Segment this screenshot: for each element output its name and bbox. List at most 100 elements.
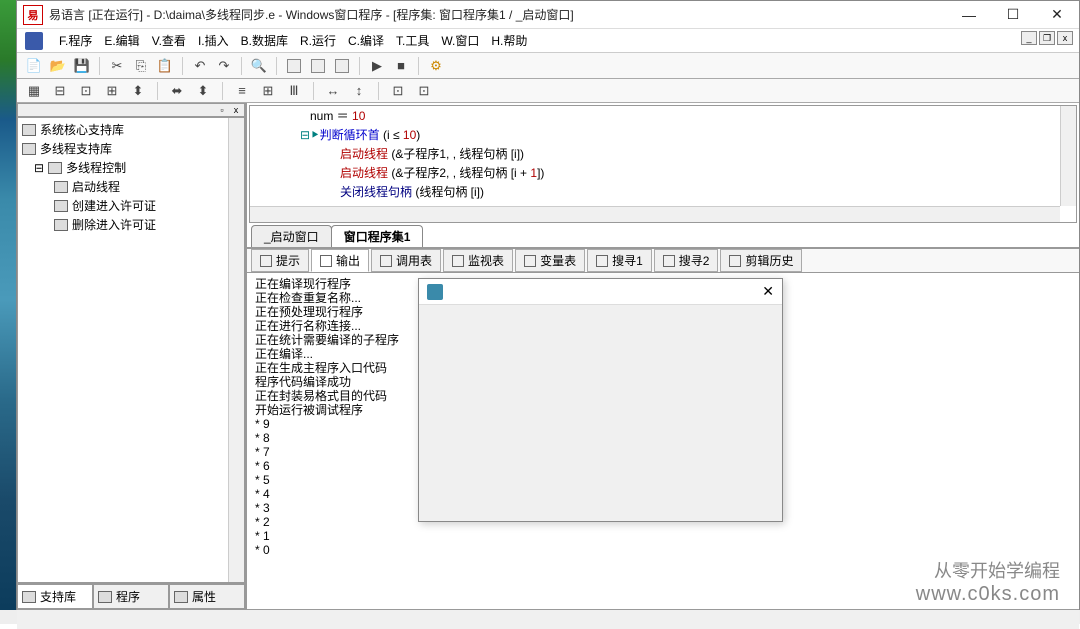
paste-icon[interactable]: 📋: [154, 56, 176, 76]
layout3-icon[interactable]: [331, 56, 353, 76]
redo-icon[interactable]: ↷: [213, 56, 235, 76]
align-icon: ⊡: [75, 81, 97, 101]
tab-label: 支持库: [40, 588, 76, 605]
btab-vartable[interactable]: 变量表: [515, 249, 585, 272]
btab-output[interactable]: 输出: [311, 249, 369, 272]
undo-icon[interactable]: ↶: [189, 56, 211, 76]
tab-label: 搜寻1: [612, 252, 643, 269]
sidebar-tab-property[interactable]: 属性: [169, 584, 245, 609]
desktop-background: [0, 0, 16, 624]
btab-search2[interactable]: 搜寻2: [654, 249, 719, 272]
watermark: 从零开始学编程 www.c0ks.com: [916, 557, 1060, 606]
library-tree[interactable]: 系统核心支持库 多线程支持库 ⊟ 多线程控制 启动线程 创建进入许可证 删除进入…: [17, 117, 245, 583]
maximize-button[interactable]: ☐: [991, 1, 1035, 29]
menu-program[interactable]: F.程序: [59, 32, 92, 49]
align-icon: ≡: [231, 81, 253, 101]
tree-item-thread[interactable]: 多线程支持库: [20, 139, 242, 158]
mdi-restore-button[interactable]: ❐: [1039, 31, 1055, 45]
menu-database[interactable]: B.数据库: [241, 32, 288, 49]
tree-item-threadctrl[interactable]: ⊟ 多线程控制: [20, 158, 242, 177]
align-icon: ▦: [23, 81, 45, 101]
menu-insert[interactable]: I.插入: [198, 32, 229, 49]
tab-label: 搜寻2: [679, 252, 710, 269]
mdi-close-button[interactable]: x: [1057, 31, 1073, 45]
menu-view[interactable]: V.查看: [152, 32, 186, 49]
window-title: 易语言 [正在运行] - D:\daima\多线程同步.e - Windows窗…: [49, 6, 947, 23]
runtime-window[interactable]: ✕: [418, 278, 783, 522]
close-button[interactable]: ✕: [1035, 1, 1079, 29]
menu-help[interactable]: H.帮助: [491, 32, 527, 49]
menu-compile[interactable]: C.编译: [348, 32, 384, 49]
clip-icon: [729, 255, 741, 267]
sidebar-tab-program[interactable]: 程序: [93, 584, 169, 609]
toolbar-sep: [241, 57, 242, 75]
menu-window[interactable]: W.窗口: [441, 32, 479, 49]
code-token: num: [310, 109, 333, 123]
new-icon[interactable]: 📄: [23, 56, 45, 76]
btab-monitor[interactable]: 监视表: [443, 249, 513, 272]
toolbar-sep: [99, 57, 100, 75]
align-icon: ↔: [322, 81, 344, 101]
titlebar[interactable]: 易 易语言 [正在运行] - D:\daima\多线程同步.e - Window…: [17, 1, 1079, 29]
app-menu-icon[interactable]: [25, 32, 43, 50]
cut-icon[interactable]: ✂: [106, 56, 128, 76]
tree-label: 多线程支持库: [40, 140, 112, 157]
prop-icon: [174, 591, 188, 603]
tree-label: 启动线程: [72, 178, 120, 195]
bottom-tabs: 提示 输出 调用表 监视表 变量表 搜寻1 搜寻2 剪辑历史: [247, 249, 1079, 273]
find-icon[interactable]: 🔍: [248, 56, 270, 76]
tab-label: 输出: [336, 252, 360, 269]
code-token: ]): [537, 166, 544, 180]
hint-icon: [260, 255, 272, 267]
code-token: 启动线程: [340, 147, 388, 161]
output-line: * 0: [255, 543, 1071, 557]
align-icon: ⬍: [127, 81, 149, 101]
code-tab-startwindow[interactable]: _启动窗口: [251, 225, 332, 247]
mdi-minimize-button[interactable]: _: [1021, 31, 1037, 45]
code-token: 判断循环首: [320, 128, 380, 142]
btab-calltable[interactable]: 调用表: [371, 249, 441, 272]
code-token: (&子程序2, , 线程句柄 [i +: [388, 166, 530, 180]
sidebar-close-icon[interactable]: x: [230, 104, 242, 116]
minimize-button[interactable]: —: [947, 1, 991, 29]
align-icon: Ⅲ: [283, 81, 305, 101]
tree-item-syscore[interactable]: 系统核心支持库: [20, 120, 242, 139]
code-token: ＝: [333, 109, 352, 123]
code-scrollbar-h[interactable]: [250, 206, 1060, 222]
run-icon[interactable]: ▶: [366, 56, 388, 76]
code-scrollbar-v[interactable]: [1060, 106, 1076, 206]
align-icon: ↕: [348, 81, 370, 101]
layout1-icon[interactable]: [283, 56, 305, 76]
menu-edit[interactable]: E.编辑: [104, 32, 139, 49]
copy-icon[interactable]: ⎘: [130, 56, 152, 76]
call-icon: [380, 255, 392, 267]
debug-icon[interactable]: ⚙: [425, 56, 447, 76]
btab-search1[interactable]: 搜寻1: [587, 249, 652, 272]
menu-run[interactable]: R.运行: [300, 32, 336, 49]
monitor-icon: [452, 255, 464, 267]
sidebar: ▫ x 系统核心支持库 多线程支持库 ⊟ 多线程控制 启动线程 创建进入许可证 …: [17, 103, 247, 609]
tree-item-startthread[interactable]: 启动线程: [20, 177, 242, 196]
tab-label: 剪辑历史: [745, 252, 793, 269]
output-icon: [320, 255, 332, 267]
tree-item-deletepermit[interactable]: 删除进入许可证: [20, 215, 242, 234]
layout2-icon[interactable]: [307, 56, 329, 76]
popup-close-button[interactable]: ✕: [762, 283, 774, 300]
code-token: 10: [352, 109, 365, 123]
code-editor[interactable]: num ＝ 10 ⊟⯈判断循环首 (i ≤ 10) 启动线程 (&子程序1, ,…: [249, 105, 1077, 223]
toolbar-sep: [182, 57, 183, 75]
btab-hint[interactable]: 提示: [251, 249, 309, 272]
save-icon[interactable]: 💾: [71, 56, 93, 76]
toolbar-main: 📄 📂 💾 ✂ ⎘ 📋 ↶ ↷ 🔍 ▶ ■ ⚙: [17, 53, 1079, 79]
sidebar-pin-icon[interactable]: ▫: [216, 104, 228, 116]
stop-icon[interactable]: ■: [390, 56, 412, 76]
menu-tools[interactable]: T.工具: [396, 32, 429, 49]
tree-scrollbar[interactable]: [228, 118, 244, 582]
tree-item-createpermit[interactable]: 创建进入许可证: [20, 196, 242, 215]
code-tab-progset[interactable]: 窗口程序集1: [331, 225, 424, 247]
popup-titlebar[interactable]: ✕: [419, 279, 782, 305]
sidebar-tab-support[interactable]: 支持库: [17, 584, 93, 609]
btab-clip[interactable]: 剪辑历史: [720, 249, 802, 272]
align-icon: ⬌: [166, 81, 188, 101]
open-icon[interactable]: 📂: [47, 56, 69, 76]
